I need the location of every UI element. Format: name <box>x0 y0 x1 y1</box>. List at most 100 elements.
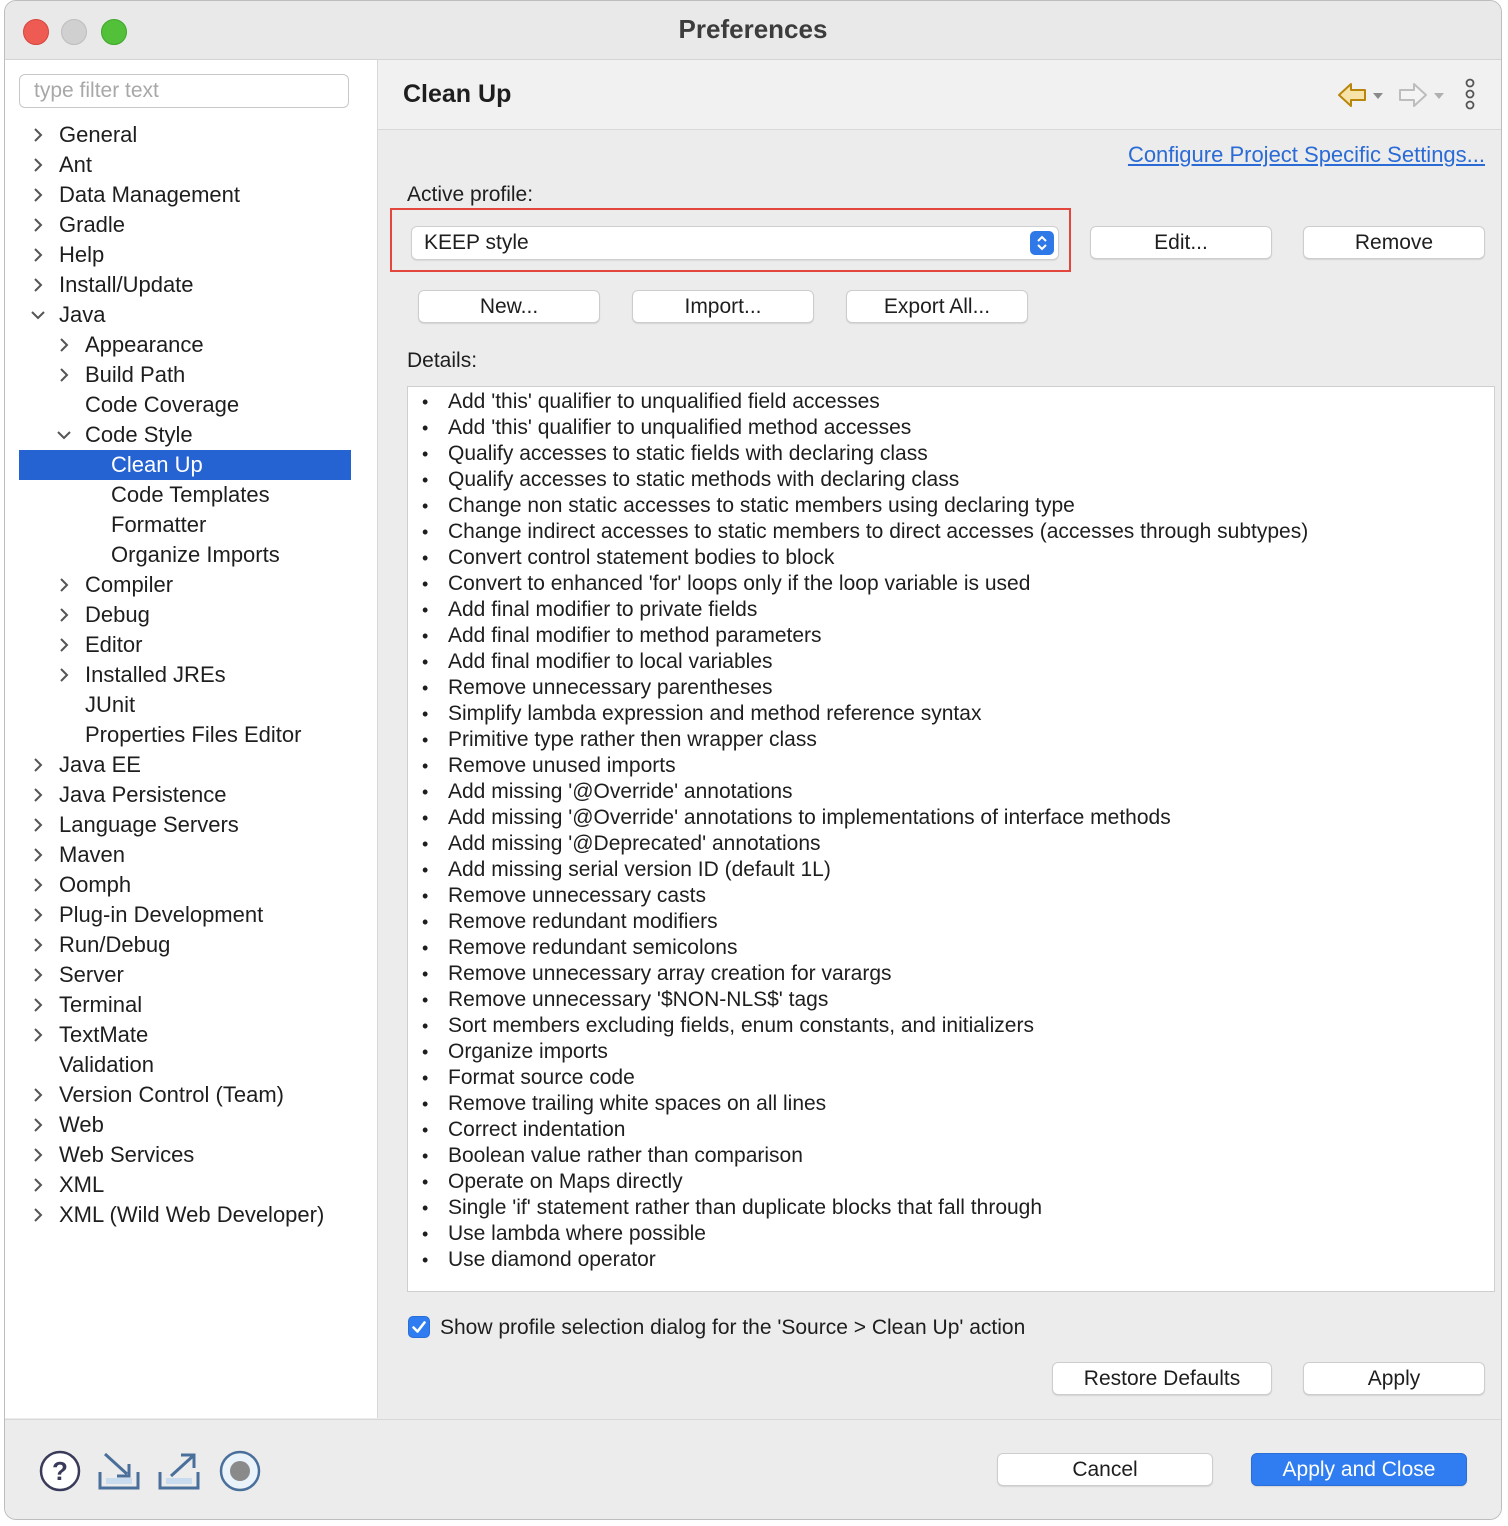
tree-item-web[interactable]: Web <box>19 1110 351 1140</box>
chevron-right-icon[interactable] <box>53 360 73 390</box>
tree-item-web-services[interactable]: Web Services <box>19 1140 351 1170</box>
tree-item-run-debug[interactable]: Run/Debug <box>19 930 351 960</box>
tree-item-compiler[interactable]: Compiler <box>19 570 351 600</box>
tree-item-java-persistence[interactable]: Java Persistence <box>19 780 351 810</box>
chevron-right-icon[interactable] <box>27 810 47 840</box>
page-title: Clean Up <box>403 80 512 108</box>
tree-item-server[interactable]: Server <box>19 960 351 990</box>
tree-item-plug-in-development[interactable]: Plug-in Development <box>19 900 351 930</box>
tree-item-code-templates[interactable]: Code Templates <box>19 480 351 510</box>
chevron-right-icon[interactable] <box>27 210 47 240</box>
tree-item-code-style[interactable]: Code Style <box>19 420 351 450</box>
chevron-right-icon[interactable] <box>53 630 73 660</box>
import-icon[interactable] <box>97 1450 141 1497</box>
tree-item-label: Run/Debug <box>59 932 171 957</box>
details-item-text: Single 'if' statement rather than duplic… <box>448 1196 1043 1219</box>
chevron-right-icon[interactable] <box>27 1140 47 1170</box>
tree-item-terminal[interactable]: Terminal <box>19 990 351 1020</box>
tree-item-label: Build Path <box>85 362 186 387</box>
tree-item-general[interactable]: General <box>19 120 351 150</box>
chevron-right-icon[interactable] <box>27 930 47 960</box>
chevron-right-icon[interactable] <box>27 900 47 930</box>
tree-item-xml[interactable]: XML <box>19 1170 351 1200</box>
chevron-down-icon[interactable] <box>53 420 73 450</box>
new-profile-button[interactable]: New... <box>418 290 600 323</box>
tree-item-properties-files-editor[interactable]: Properties Files Editor <box>19 720 351 750</box>
chevron-down-icon[interactable] <box>27 300 47 330</box>
apply-button[interactable]: Apply <box>1303 1362 1485 1395</box>
active-profile-select[interactable]: KEEP style <box>411 226 1059 260</box>
tree-item-build-path[interactable]: Build Path <box>19 360 351 390</box>
tree-item-editor[interactable]: Editor <box>19 630 351 660</box>
chevron-right-icon[interactable] <box>27 1170 47 1200</box>
tree-item-gradle[interactable]: Gradle <box>19 210 351 240</box>
tree-item-language-servers[interactable]: Language Servers <box>19 810 351 840</box>
tree-item-textmate[interactable]: TextMate <box>19 1020 351 1050</box>
tree-item-installed-jres[interactable]: Installed JREs <box>19 660 351 690</box>
chevron-right-icon[interactable] <box>27 120 47 150</box>
chevron-right-icon[interactable] <box>53 600 73 630</box>
details-item-text: Remove unused imports <box>448 754 676 777</box>
tree-item-clean-up[interactable]: Clean Up <box>19 450 351 480</box>
tree-item-validation[interactable]: Validation <box>19 1050 351 1080</box>
edit-profile-button[interactable]: Edit... <box>1090 226 1272 259</box>
chevron-right-icon[interactable] <box>27 270 47 300</box>
filter-input[interactable] <box>19 74 349 108</box>
chevron-right-icon[interactable] <box>27 870 47 900</box>
chevron-right-icon[interactable] <box>27 990 47 1020</box>
tree-item-data-management[interactable]: Data Management <box>19 180 351 210</box>
remove-profile-button[interactable]: Remove <box>1303 226 1485 259</box>
bullet-icon: • <box>422 574 429 594</box>
import-profile-button[interactable]: Import... <box>632 290 814 323</box>
tree-item-formatter[interactable]: Formatter <box>19 510 351 540</box>
apply-and-close-button[interactable]: Apply and Close <box>1251 1453 1467 1486</box>
tree-item-debug[interactable]: Debug <box>19 600 351 630</box>
chevron-right-icon[interactable] <box>53 660 73 690</box>
tree-item-oomph[interactable]: Oomph <box>19 870 351 900</box>
tree-item-code-coverage[interactable]: Code Coverage <box>19 390 351 420</box>
chevron-right-icon[interactable] <box>27 240 47 270</box>
chevron-right-icon[interactable] <box>27 840 47 870</box>
tree-item-junit[interactable]: JUnit <box>19 690 351 720</box>
tree-item-organize-imports[interactable]: Organize Imports <box>19 540 351 570</box>
export-all-button[interactable]: Export All... <box>846 290 1028 323</box>
tree-item-ant[interactable]: Ant <box>19 150 351 180</box>
tree-item-java[interactable]: Java <box>19 300 351 330</box>
chevron-right-icon[interactable] <box>27 180 47 210</box>
record-icon[interactable] <box>219 1450 261 1497</box>
chevron-right-icon[interactable] <box>53 570 73 600</box>
svg-text:?: ? <box>52 1456 68 1486</box>
chevron-right-icon[interactable] <box>27 150 47 180</box>
bullet-icon: • <box>422 834 429 854</box>
details-list-item: • Sort members excluding fields, enum con… <box>408 1013 1494 1039</box>
chevron-right-icon[interactable] <box>53 330 73 360</box>
tree-item-help[interactable]: Help <box>19 240 351 270</box>
details-item-text: Remove trailing white spaces on all line… <box>448 1092 827 1115</box>
tree-item-appearance[interactable]: Appearance <box>19 330 351 360</box>
tree-item-label: Version Control (Team) <box>59 1082 284 1107</box>
details-list-item: • Format source code <box>408 1065 1494 1091</box>
chevron-right-icon[interactable] <box>27 1080 47 1110</box>
tree-item-java-ee[interactable]: Java EE <box>19 750 351 780</box>
cancel-button[interactable]: Cancel <box>997 1453 1213 1486</box>
chevron-right-icon[interactable] <box>27 1200 47 1230</box>
tree-item-maven[interactable]: Maven <box>19 840 351 870</box>
restore-defaults-button[interactable]: Restore Defaults <box>1052 1362 1272 1395</box>
tree-item-install-update[interactable]: Install/Update <box>19 270 351 300</box>
tree-item-version-control-team[interactable]: Version Control (Team) <box>19 1080 351 1110</box>
details-item-text: Format source code <box>448 1066 635 1089</box>
chevron-right-icon[interactable] <box>27 960 47 990</box>
chevron-right-icon[interactable] <box>27 750 47 780</box>
view-menu-icon[interactable] <box>1464 78 1476 117</box>
back-arrow-icon[interactable] <box>1335 80 1385 115</box>
chevron-right-icon[interactable] <box>27 780 47 810</box>
tree-item-label: Gradle <box>59 212 126 237</box>
export-icon[interactable] <box>157 1450 201 1497</box>
forward-arrow-icon[interactable] <box>1396 80 1446 115</box>
help-icon[interactable]: ? <box>39 1450 81 1497</box>
chevron-right-icon[interactable] <box>27 1110 47 1140</box>
configure-project-settings-link[interactable]: Configure Project Specific Settings... <box>1128 142 1485 168</box>
chevron-right-icon[interactable] <box>27 1020 47 1050</box>
tree-item-xml-wild-web-developer[interactable]: XML (Wild Web Developer) <box>19 1200 351 1230</box>
show-dialog-checkbox[interactable] <box>408 1316 430 1338</box>
